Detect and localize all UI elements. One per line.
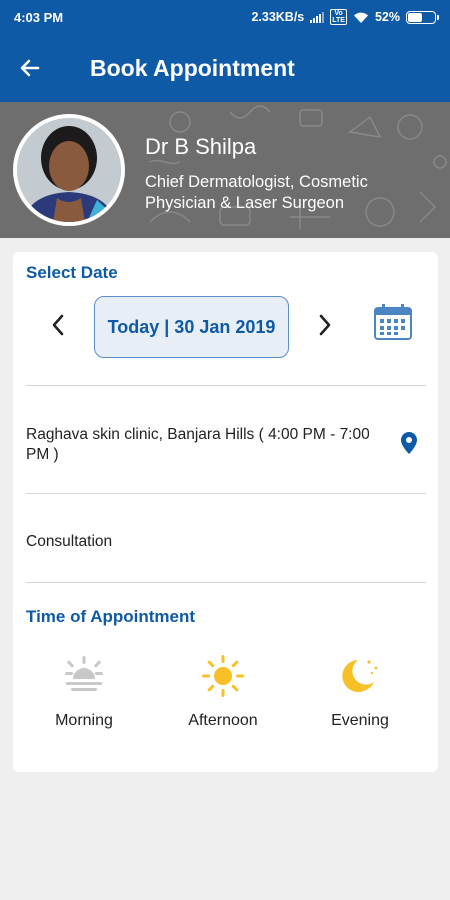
signal-icon — [310, 11, 325, 23]
doctor-name: Dr B Shilpa — [145, 134, 257, 159]
divider — [26, 493, 426, 494]
doctor-title: Chief Dermatologist, Cosmetic Physician … — [145, 173, 368, 212]
divider — [26, 582, 426, 583]
doctor-photo — [17, 118, 121, 222]
slot-evening[interactable]: Evening — [300, 652, 420, 730]
calendar-button[interactable] — [373, 302, 413, 342]
arrow-left-icon — [20, 59, 40, 77]
select-date-label: Select Date — [26, 263, 118, 282]
slot-label: Afternoon — [188, 712, 258, 729]
map-pin-icon — [401, 432, 417, 454]
time-slots: Morning Afternoon Evening — [13, 652, 438, 742]
sunrise-icon — [65, 656, 103, 691]
doctor-avatar — [13, 114, 125, 226]
doctor-banner: Dr B Shilpa Chief Dermatologist, Cosmeti… — [0, 102, 450, 238]
selected-date-button[interactable]: Today | 30 Jan 2019 — [94, 296, 289, 358]
app-bar: Book Appointment — [0, 34, 450, 102]
slot-label: Morning — [55, 712, 113, 729]
chevron-left-icon — [52, 314, 64, 336]
sun-icon — [202, 655, 244, 697]
booking-card: Select Date Today | 30 Jan 2019 Raghava … — [13, 252, 438, 772]
back-button[interactable] — [0, 34, 60, 102]
calendar-icon — [374, 304, 412, 340]
slot-afternoon[interactable]: Afternoon — [163, 652, 283, 730]
status-bar: 4:03 PM 2.33KB/s Vo LTE 52% — [0, 0, 450, 34]
battery-icon — [406, 10, 439, 24]
status-indicators: 2.33KB/s Vo LTE 52% — [251, 9, 439, 25]
time-of-appointment-label: Time of Appointment — [26, 607, 196, 626]
clinic-info[interactable]: Raghava skin clinic, Banjara Hills ( 4:0… — [26, 425, 381, 465]
consultation-type[interactable]: Consultation — [26, 533, 112, 551]
network-speed: 2.33KB/s — [251, 10, 305, 24]
volte-icon: Vo LTE — [330, 9, 347, 25]
status-time: 4:03 PM — [14, 9, 64, 25]
moon-icon — [342, 660, 378, 692]
divider — [26, 385, 426, 386]
slot-morning[interactable]: Morning — [24, 652, 144, 730]
location-button[interactable] — [401, 432, 417, 454]
slot-label: Evening — [331, 712, 389, 729]
wifi-icon — [353, 12, 368, 23]
battery-percent: 52% — [374, 10, 400, 24]
next-date-button[interactable] — [310, 310, 340, 340]
chevron-right-icon — [319, 314, 331, 336]
previous-date-button[interactable] — [43, 310, 73, 340]
page-title: Book Appointment — [90, 54, 295, 81]
